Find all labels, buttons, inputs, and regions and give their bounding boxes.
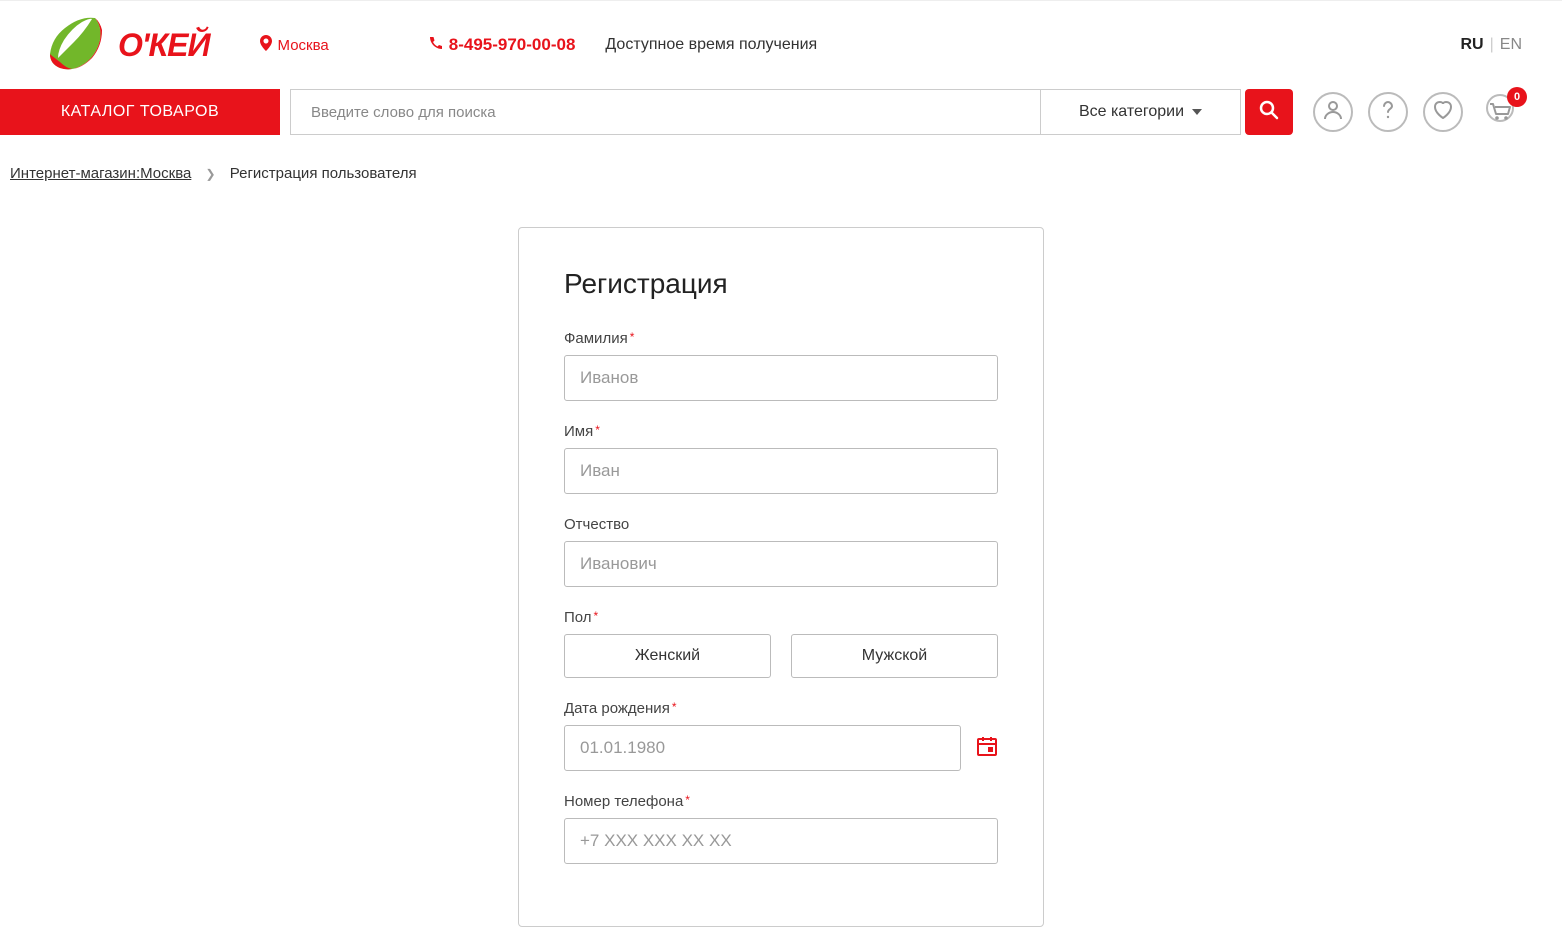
heart-icon	[1433, 101, 1453, 124]
gender-male-button[interactable]: Мужской	[791, 634, 998, 678]
phone-group: Номер телефона*	[564, 793, 998, 864]
search-icon	[1259, 100, 1279, 125]
phone-text: 8-495-970-00-08	[449, 35, 576, 55]
gender-group: Пол* Женский Мужской	[564, 609, 998, 678]
lang-en[interactable]: EN	[1500, 36, 1522, 54]
breadcrumb-home[interactable]: Интернет-магазин:Москва	[10, 165, 191, 182]
birthdate-label: Дата рождения*	[564, 700, 998, 717]
gender-label: Пол*	[564, 609, 998, 626]
lastname-input[interactable]	[564, 355, 998, 401]
birthdate-group: Дата рождения*	[564, 700, 998, 771]
search-input[interactable]	[290, 89, 1041, 135]
chevron-down-icon	[1192, 109, 1202, 115]
location-pin-icon	[260, 35, 272, 55]
phone-link[interactable]: 8-495-970-00-08	[429, 35, 576, 55]
chevron-right-icon: ❯	[206, 167, 216, 181]
patronymic-input[interactable]	[564, 541, 998, 587]
search-wrapper: Все категории	[290, 89, 1293, 135]
patronymic-label: Отчество	[564, 516, 998, 533]
location-text: Москва	[278, 37, 329, 54]
cart-button[interactable]: 0	[1478, 92, 1522, 132]
required-mark: *	[672, 700, 677, 714]
lang-ru[interactable]: RU	[1461, 36, 1484, 54]
help-button[interactable]	[1368, 92, 1408, 132]
required-mark: *	[594, 609, 599, 623]
delivery-info[interactable]: Доступное время получения	[605, 36, 817, 54]
lang-divider: |	[1490, 36, 1494, 54]
phone-label: Номер телефона*	[564, 793, 998, 810]
categories-label: Все категории	[1079, 103, 1184, 121]
firstname-label: Имя*	[564, 423, 998, 440]
language-switcher: RU | EN	[1461, 36, 1523, 54]
patronymic-group: Отчество	[564, 516, 998, 587]
categories-selector[interactable]: Все категории	[1041, 89, 1241, 135]
location-selector[interactable]: Москва	[260, 35, 329, 55]
logo-icon	[40, 16, 108, 74]
required-mark: *	[685, 793, 690, 807]
lastname-label: Фамилия*	[564, 330, 998, 347]
gender-female-button[interactable]: Женский	[564, 634, 771, 678]
question-icon	[1382, 101, 1394, 124]
catalog-button-label: КАТАЛОГ ТОВАРОВ	[61, 103, 219, 121]
profile-button[interactable]	[1313, 92, 1353, 132]
required-mark: *	[630, 330, 635, 344]
catalog-button[interactable]: КАТАЛОГ ТОВАРОВ	[0, 89, 280, 135]
firstname-group: Имя*	[564, 423, 998, 494]
logo-text: О'КЕЙ	[118, 27, 210, 64]
breadcrumb-current: Регистрация пользователя	[230, 165, 417, 182]
registration-form: Регистрация Фамилия* Имя* Отчество Пол* …	[518, 227, 1044, 927]
birthdate-input[interactable]	[564, 725, 961, 771]
firstname-input[interactable]	[564, 448, 998, 494]
phone-input[interactable]	[564, 818, 998, 864]
user-icon	[1322, 99, 1344, 126]
search-button[interactable]	[1245, 89, 1293, 135]
phone-icon	[429, 35, 443, 55]
form-title: Регистрация	[564, 268, 998, 300]
header-icons: 0	[1313, 92, 1522, 132]
breadcrumb: Интернет-магазин:Москва ❯ Регистрация по…	[0, 150, 1562, 197]
required-mark: *	[595, 423, 600, 437]
lastname-group: Фамилия*	[564, 330, 998, 401]
cart-badge: 0	[1507, 87, 1527, 107]
logo[interactable]: О'КЕЙ	[40, 16, 210, 74]
calendar-icon[interactable]	[976, 735, 998, 762]
wishlist-button[interactable]	[1423, 92, 1463, 132]
